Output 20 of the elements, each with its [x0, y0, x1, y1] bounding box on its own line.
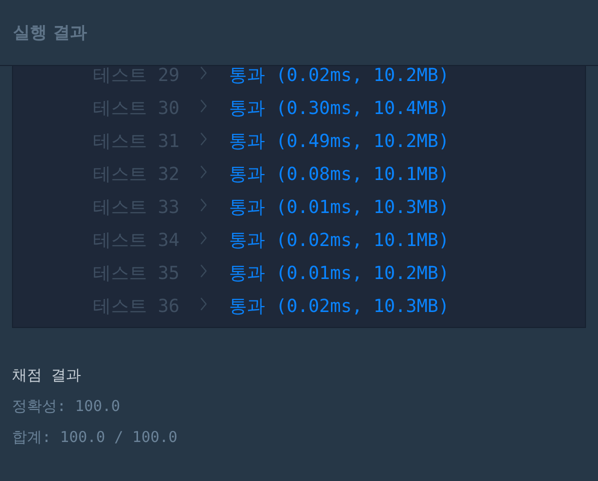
grading-line: 정확성: 100.0 — [12, 397, 120, 416]
grading-line: 합계: 100.0 / 100.0 — [12, 428, 178, 447]
chevron-icon — [200, 99, 207, 113]
test-result: 통과 (0.02ms, 10.2MB) — [229, 66, 450, 86]
test-result: 통과 (0.01ms, 10.3MB) — [229, 196, 450, 218]
panel-title: 실행 결과 — [13, 22, 87, 44]
test-result: 통과 (0.02ms, 10.1MB) — [229, 228, 450, 252]
test-result: 통과 (0.01ms, 10.2MB) — [229, 262, 450, 284]
chevron-icon — [200, 66, 207, 80]
chevron-icon — [200, 165, 207, 179]
chevron-icon — [200, 231, 207, 245]
test-result: 통과 (0.49ms, 10.2MB) — [229, 130, 450, 152]
chevron-icon — [200, 198, 207, 212]
chevron-icon — [200, 132, 207, 146]
chevron-icon — [200, 264, 207, 278]
test-result: 통과 (0.08ms, 10.1MB) — [229, 162, 450, 186]
chevron-icon — [200, 297, 207, 311]
test-result: 통과 (0.30ms, 10.4MB) — [229, 96, 450, 120]
grading-title: 채점 결과 — [12, 366, 82, 385]
test-result: 통과 (0.02ms, 10.3MB) — [229, 294, 450, 318]
